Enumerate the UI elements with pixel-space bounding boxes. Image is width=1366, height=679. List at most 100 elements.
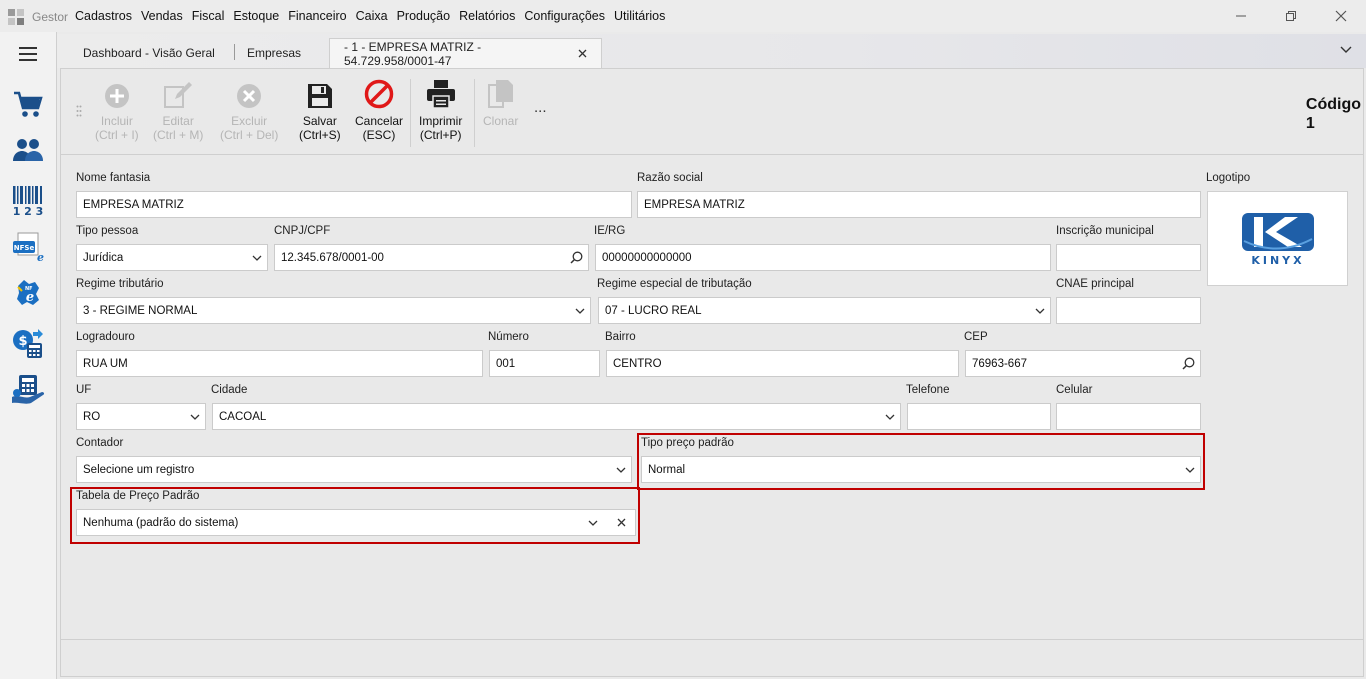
menu-caixa[interactable]: Caixa <box>356 9 388 23</box>
salvar-label: Salvar <box>302 114 337 128</box>
menu-configuracoes[interactable]: Configurações <box>524 9 605 23</box>
hamburger-menu-icon[interactable] <box>10 36 46 72</box>
nome-fantasia-field[interactable]: EMPRESA MATRIZ <box>76 191 632 218</box>
close-tab-icon[interactable] <box>578 49 587 58</box>
contador-select[interactable]: Selecione um registro <box>76 456 632 483</box>
nome-fantasia-value: EMPRESA MATRIZ <box>83 198 184 211</box>
bairro-value: CENTRO <box>613 357 662 370</box>
tab-empresas-label: Empresas <box>247 46 302 60</box>
excluir-button[interactable]: Excluir (Ctrl + Del) <box>220 79 278 142</box>
menu-cadastros[interactable]: Cadastros <box>75 9 132 23</box>
chevron-down-icon[interactable] <box>247 244 267 271</box>
menu-estoque[interactable]: Estoque <box>233 9 279 23</box>
kinyx-logo-icon: KINYX <box>1241 212 1314 267</box>
menu-utilitarios[interactable]: Utilitários <box>614 9 665 23</box>
menu-relatorios[interactable]: Relatórios <box>459 9 515 23</box>
imprimir-shortcut: (Ctrl+P) <box>419 128 462 142</box>
chevron-down-icon[interactable] <box>185 403 205 430</box>
footer-divider <box>61 639 1363 640</box>
tab-empresa-matriz[interactable]: - 1 - EMPRESA MATRIZ - 54.729.958/0001-4… <box>329 38 602 68</box>
minimize-button[interactable] <box>1229 6 1253 26</box>
cash-register-icon[interactable]: $ <box>10 326 46 362</box>
telefone-field[interactable] <box>907 403 1051 430</box>
search-icon[interactable] <box>564 244 588 271</box>
menu-producao[interactable]: Produção <box>397 9 451 23</box>
bairro-field[interactable]: CENTRO <box>606 350 959 377</box>
tipo-pessoa-select[interactable]: Jurídica <box>76 244 268 271</box>
chevron-down-icon[interactable] <box>1180 456 1200 483</box>
logotipo-image[interactable]: KINYX <box>1207 191 1348 286</box>
tipo-preco-label: Tipo preço padrão <box>641 437 734 449</box>
nfse-icon[interactable]: NFSe e <box>10 229 46 265</box>
inscricao-municipal-field[interactable] <box>1056 244 1201 271</box>
save-icon <box>307 79 333 109</box>
cart-icon[interactable] <box>10 87 46 123</box>
svg-text:NFSe: NFSe <box>14 244 35 252</box>
telefone-label: Telefone <box>906 384 950 396</box>
nome-fantasia-label: Nome fantasia <box>76 172 151 184</box>
restore-button[interactable] <box>1279 6 1303 26</box>
more-options-button[interactable]: ... <box>534 99 547 116</box>
chevron-down-icon[interactable] <box>570 297 590 324</box>
incluir-button[interactable]: Incluir (Ctrl + I) <box>95 79 139 142</box>
logotipo-label: Logotipo <box>1206 172 1251 184</box>
cancelar-button[interactable]: Cancelar (ESC) <box>355 79 403 142</box>
cnae-field[interactable] <box>1056 297 1201 324</box>
logradouro-field[interactable]: RUA UM <box>76 350 483 377</box>
numero-value: 001 <box>496 357 516 370</box>
codigo-display: Código 1 <box>1306 95 1361 133</box>
close-window-button[interactable] <box>1329 6 1353 26</box>
cnpj-value: 12.345.678/0001-00 <box>281 251 384 264</box>
celular-field[interactable] <box>1056 403 1201 430</box>
chevron-down-icon[interactable] <box>583 509 603 536</box>
nfe-icon[interactable]: e NF <box>10 276 46 312</box>
celular-label: Celular <box>1056 384 1093 396</box>
cep-field[interactable]: 76963-667 <box>965 350 1201 377</box>
cidade-select[interactable]: CACOAL <box>212 403 901 430</box>
company-form-panel: Incluir (Ctrl + I) Editar (Ctrl + M) Exc… <box>60 68 1364 677</box>
chevron-down-icon[interactable] <box>611 456 631 483</box>
salvar-button[interactable]: Salvar (Ctrl+S) <box>299 79 341 142</box>
tipo-preco-select[interactable]: Normal <box>641 456 1201 483</box>
uf-select[interactable]: RO <box>76 403 206 430</box>
regime-tributario-select[interactable]: 3 - REGIME NORMAL <box>76 297 591 324</box>
razao-social-value: EMPRESA MATRIZ <box>644 198 745 211</box>
imprimir-button[interactable]: Imprimir (Ctrl+P) <box>419 79 462 142</box>
regime-especial-value: 07 - LUCRO REAL <box>605 304 702 317</box>
svg-text:e: e <box>26 290 34 305</box>
editar-button[interactable]: Editar (Ctrl + M) <box>153 79 203 142</box>
ie-field[interactable]: 00000000000000 <box>595 244 1051 271</box>
menu-vendas[interactable]: Vendas <box>141 9 183 23</box>
numero-field[interactable]: 001 <box>489 350 600 377</box>
people-icon[interactable] <box>10 132 46 168</box>
tab-overflow-chevron-icon[interactable] <box>1340 43 1352 57</box>
cnpj-field[interactable]: 12.345.678/0001-00 <box>274 244 589 271</box>
edit-icon <box>163 79 193 109</box>
app-name: Gestor <box>32 10 69 24</box>
chevron-down-icon[interactable] <box>1030 297 1050 324</box>
clear-icon[interactable] <box>611 509 631 536</box>
menu-fiscal[interactable]: Fiscal <box>192 9 225 23</box>
chevron-down-icon[interactable] <box>880 403 900 430</box>
regime-especial-select[interactable]: 07 - LUCRO REAL <box>598 297 1051 324</box>
barcode-icon[interactable]: 1 2 3 <box>10 182 46 218</box>
cancelar-shortcut: (ESC) <box>362 128 396 142</box>
sidebar: 1 2 3 NFSe e e NF $ <box>0 32 57 679</box>
menu-financeiro[interactable]: Financeiro <box>288 9 346 23</box>
tabela-preco-value: Nenhuma (padrão do sistema) <box>83 516 239 529</box>
tab-empresas[interactable]: Empresas <box>233 38 315 68</box>
excluir-label: Excluir <box>231 114 268 128</box>
clonar-button[interactable]: Clonar <box>483 79 518 128</box>
toolbar-grip-icon[interactable] <box>76 105 82 120</box>
razao-social-field[interactable]: EMPRESA MATRIZ <box>637 191 1201 218</box>
search-icon[interactable] <box>1176 350 1200 377</box>
toolbar-divider <box>474 79 475 147</box>
toolbar: Incluir (Ctrl + I) Editar (Ctrl + M) Exc… <box>61 69 1363 155</box>
tab-dashboard[interactable]: Dashboard - Visão Geral <box>69 38 229 68</box>
tabela-preco-select[interactable]: Nenhuma (padrão do sistema) <box>76 509 636 536</box>
razao-social-label: Razão social <box>637 172 703 184</box>
numero-label: Número <box>488 331 529 343</box>
finance-icon[interactable] <box>10 372 46 408</box>
regime-especial-label: Regime especial de tributação <box>597 278 752 290</box>
svg-text:e: e <box>37 251 44 262</box>
